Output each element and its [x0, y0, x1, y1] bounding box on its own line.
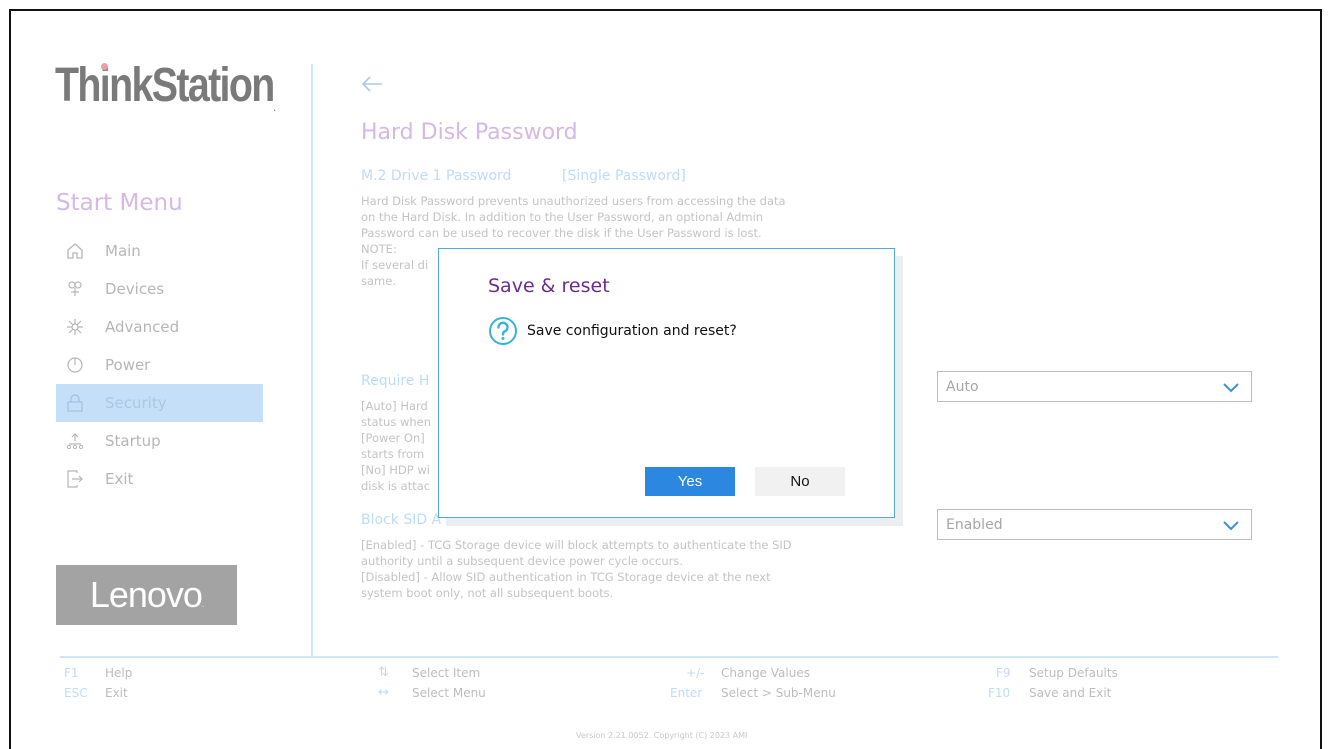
- help-hint: Help: [105, 666, 133, 680]
- sidebar-item-devices[interactable]: Devices: [56, 270, 263, 308]
- drive-password-value[interactable]: [Single Password]: [562, 168, 686, 184]
- sidebar-item-label: Startup: [105, 432, 161, 450]
- sidebar-item-security[interactable]: Security: [56, 384, 263, 422]
- description-line: disk is attac: [361, 479, 431, 493]
- require-hdp-label: Require H: [361, 373, 430, 389]
- no-button[interactable]: No: [755, 467, 845, 496]
- sidebar-item-label: Advanced: [105, 318, 180, 336]
- logo-dot: [101, 63, 108, 70]
- advanced-icon: [66, 318, 84, 336]
- plus-minus-key: +/-: [686, 666, 705, 680]
- yes-button[interactable]: Yes: [645, 467, 735, 496]
- f9-key: F9: [996, 666, 1011, 680]
- thinkstation-logo: ThinkStation.: [55, 59, 276, 113]
- description-line: Hard Disk Password prevents unauthorized…: [361, 194, 786, 208]
- drive-password-label: M.2 Drive 1 Password: [361, 168, 512, 184]
- exit-hint: Exit: [105, 686, 128, 700]
- sidebar-menu: Main Devices Advanced Power Security Sta…: [56, 232, 263, 498]
- question-icon: [489, 317, 517, 345]
- description-line: [Auto] Hard: [361, 399, 428, 413]
- dialog-message: Save configuration and reset?: [527, 323, 737, 339]
- sidebar-item-label: Devices: [105, 280, 165, 298]
- description-line: [Disabled] - Allow SID authentication in…: [361, 570, 771, 584]
- lenovo-logo: Lenovo.: [56, 565, 237, 625]
- back-arrow-icon[interactable]: [360, 72, 384, 96]
- sub-menu-hint: Select > Sub-Menu: [721, 686, 836, 700]
- sidebar-divider: [311, 64, 313, 656]
- select-value: Auto: [946, 378, 979, 395]
- leftright-arrows-icon: ↔: [378, 685, 389, 700]
- esc-key: ESC: [64, 686, 88, 700]
- sidebar-item-label: Power: [105, 356, 151, 374]
- sidebar-item-startup[interactable]: Startup: [56, 422, 263, 460]
- description-line: system boot only, not all subsequent boo…: [361, 586, 614, 600]
- block-sid-label: Block SID A: [361, 512, 442, 528]
- description-line: [No] HDP wi: [361, 463, 430, 477]
- footer-divider: [60, 656, 1278, 658]
- select-value: Enabled: [946, 516, 1003, 533]
- description-line: starts from: [361, 447, 425, 461]
- devices-icon: [66, 280, 84, 298]
- lock-icon: [66, 394, 84, 412]
- power-icon: [66, 356, 84, 374]
- sidebar-item-label: Main: [105, 242, 141, 260]
- exit-icon: [66, 470, 84, 488]
- sidebar-item-power[interactable]: Power: [56, 346, 263, 384]
- description-line: status when: [361, 415, 432, 429]
- save-reset-dialog: Save & reset Save configuration and rese…: [438, 248, 895, 518]
- require-hdp-select[interactable]: Auto: [937, 371, 1252, 402]
- page-title: Hard Disk Password: [361, 120, 578, 145]
- description-line: Password can be used to recover the disk…: [361, 226, 762, 240]
- sidebar-item-label: Exit: [105, 470, 134, 488]
- block-sid-select[interactable]: Enabled: [937, 509, 1252, 540]
- dialog-message-row: Save configuration and reset?: [488, 316, 737, 346]
- updown-arrows-icon: ⇅: [378, 665, 389, 680]
- enter-key: Enter: [670, 686, 703, 700]
- home-icon: [66, 242, 84, 260]
- save-exit-hint: Save and Exit: [1029, 686, 1112, 700]
- block-sid-description: [Enabled] - TCG Storage device will bloc…: [361, 537, 792, 601]
- version-text: Version 2.21.0052. Copyright (C) 2023 AM…: [576, 731, 748, 740]
- sidebar-item-label: Security: [105, 394, 167, 412]
- f1-key: F1: [64, 666, 79, 680]
- sidebar-item-advanced[interactable]: Advanced: [56, 308, 263, 346]
- description-line: [Enabled] - TCG Storage device will bloc…: [361, 538, 792, 552]
- f10-key: F10: [988, 686, 1011, 700]
- chevron-down-icon: [1223, 383, 1239, 393]
- select-menu-hint: Select Menu: [412, 686, 486, 700]
- sidebar-item-exit[interactable]: Exit: [56, 460, 263, 498]
- description-line: authority until a subsequent device powe…: [361, 554, 684, 568]
- select-item-hint: Select Item: [412, 666, 481, 680]
- chevron-down-icon: [1223, 521, 1239, 531]
- require-hdp-description: [Auto] Hard status when [Power On] start…: [361, 398, 431, 494]
- description-line: [Power On]: [361, 431, 425, 445]
- start-menu-title: Start Menu: [56, 190, 183, 216]
- sidebar-item-main[interactable]: Main: [56, 232, 263, 270]
- startup-icon: [66, 432, 84, 450]
- dialog-title: Save & reset: [488, 275, 610, 297]
- setup-defaults-hint: Setup Defaults: [1029, 666, 1118, 680]
- change-values-hint: Change Values: [721, 666, 810, 680]
- description-line: on the Hard Disk. In addition to the Use…: [361, 210, 764, 224]
